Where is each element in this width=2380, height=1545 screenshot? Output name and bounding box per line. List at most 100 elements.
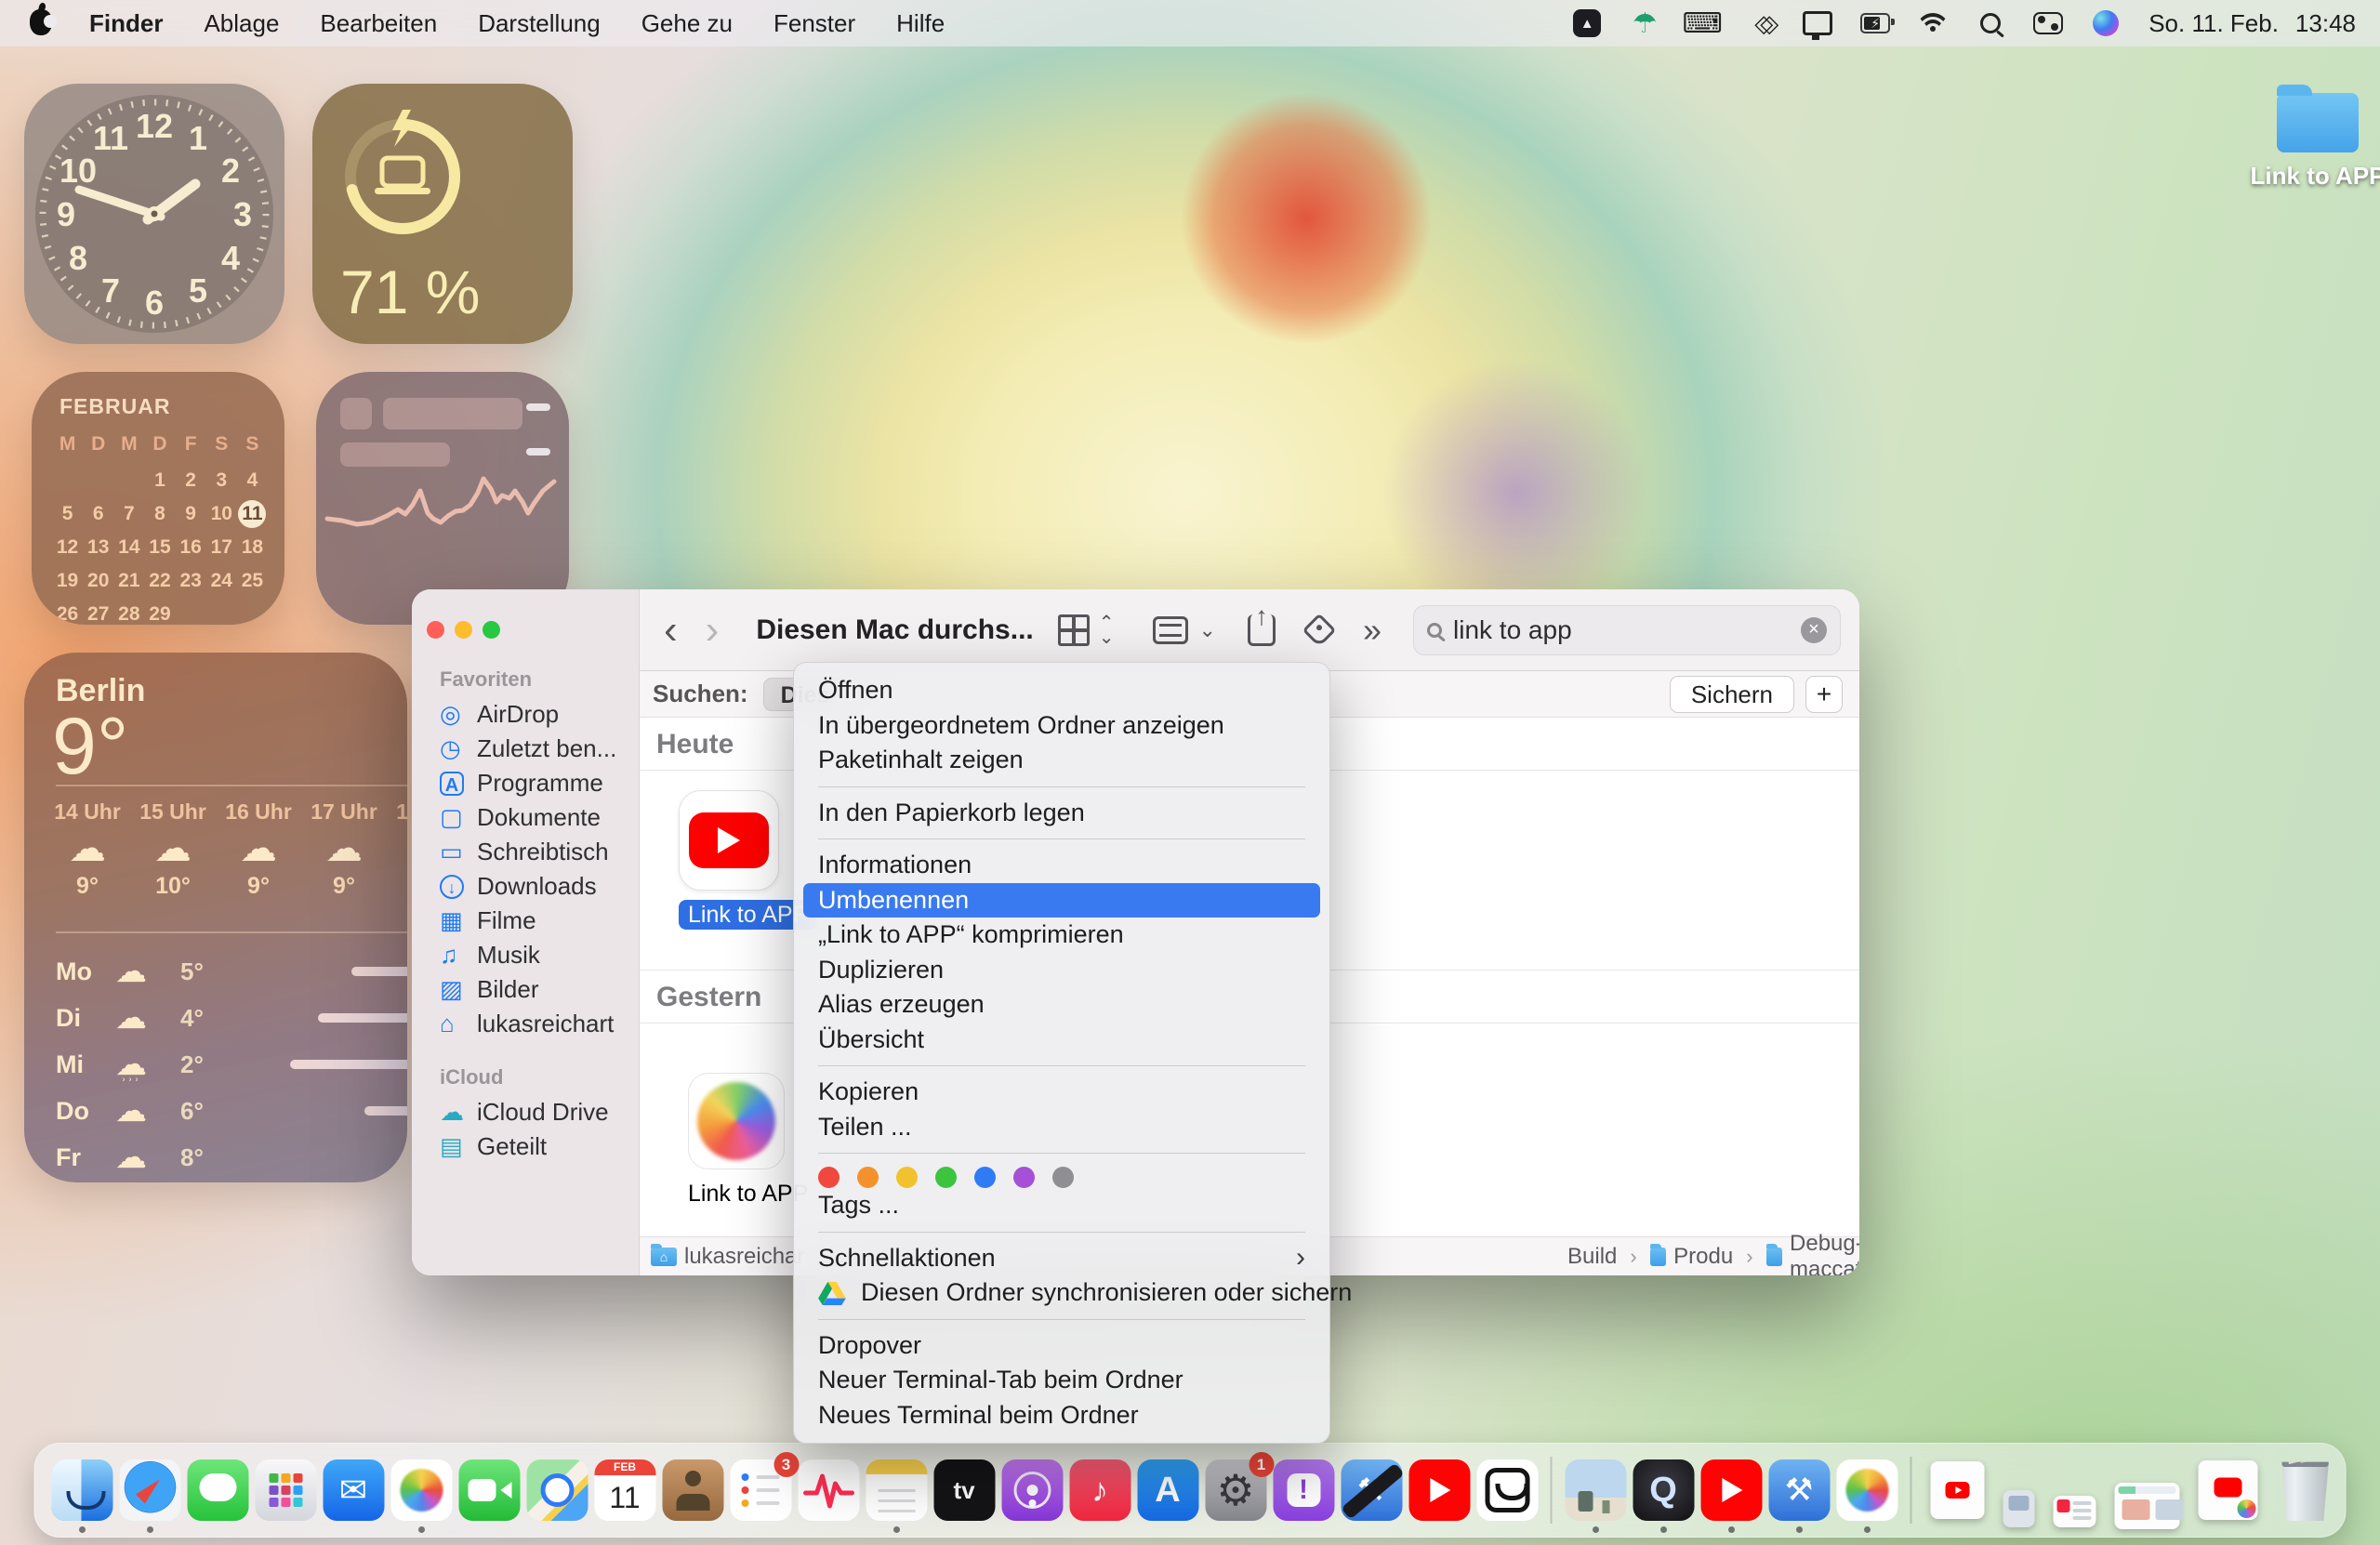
dock-health[interactable]: [798, 1459, 859, 1521]
menu-gehe-zu[interactable]: Gehe zu: [621, 0, 753, 46]
dropover-status-icon[interactable]: ◇◇: [1745, 8, 1775, 38]
dock-maps[interactable]: [526, 1459, 588, 1521]
menu-item-sync-folder[interactable]: Diesen Ordner synchronisieren oder siche…: [794, 1275, 1329, 1311]
dock-apple-tv[interactable]: tv: [933, 1459, 995, 1521]
dock-calendar[interactable]: FEB 11: [594, 1459, 655, 1521]
search-field[interactable]: link to app ×: [1413, 605, 1841, 655]
menu-item-quick-look[interactable]: Übersicht: [794, 1023, 1329, 1058]
menu-item-copy[interactable]: Kopieren: [794, 1075, 1329, 1110]
dock-contacts[interactable]: [662, 1459, 723, 1521]
wifi-status-icon[interactable]: [1918, 8, 1948, 38]
dock-reminders[interactable]: 3: [730, 1459, 791, 1521]
menu-item-open[interactable]: Öffnen: [794, 673, 1329, 708]
sidebar-item[interactable]: ↓ Downloads: [412, 869, 639, 904]
dock-swirl-app[interactable]: [1836, 1459, 1897, 1521]
battery-widget[interactable]: 71 %: [312, 84, 573, 344]
dock-launchpad[interactable]: [255, 1459, 316, 1521]
dock-system-settings[interactable]: ⚙ 1: [1205, 1459, 1266, 1521]
dock-podcasts[interactable]: [1001, 1459, 1063, 1521]
tag-color-dot[interactable]: [1013, 1167, 1035, 1188]
menu-item-quick-actions[interactable]: Schnellaktionen ›: [794, 1241, 1329, 1276]
menu-item-rename-highlighted[interactable]: Umbenennen: [803, 883, 1320, 918]
minimized-youtube-window[interactable]: [1931, 1461, 1985, 1519]
sidebar-item[interactable]: ◎ AirDrop: [412, 697, 639, 732]
menu-item-get-info[interactable]: Informationen: [794, 848, 1329, 883]
path-item-build[interactable]: Build: [1567, 1244, 1617, 1270]
minimized-youtube-window-2[interactable]: [2199, 1460, 2258, 1520]
menu-darstellung[interactable]: Darstellung: [457, 0, 621, 46]
menu-item-move-to-trash[interactable]: In den Papierkorb legen: [794, 796, 1329, 831]
app-status-icon[interactable]: ▲: [1572, 8, 1602, 38]
sidebar-item[interactable]: ▭ Schreibtisch: [412, 835, 639, 869]
dock-notes[interactable]: [866, 1459, 927, 1521]
save-search-button[interactable]: Sichern: [1670, 676, 1794, 713]
sidebar-item[interactable]: ⌂ lukasreichart: [412, 1007, 639, 1041]
sidebar-item[interactable]: ▦ Filme: [412, 904, 639, 938]
clear-search-button[interactable]: ×: [1801, 617, 1827, 643]
dock-safari[interactable]: [119, 1459, 180, 1521]
dock-mail[interactable]: ✉: [323, 1459, 384, 1521]
tag-color-dot[interactable]: [935, 1167, 957, 1188]
share-button[interactable]: [1248, 614, 1276, 646]
zoom-button[interactable]: [483, 621, 500, 639]
menu-fenster[interactable]: Fenster: [753, 0, 876, 46]
dock-youtube-app-running[interactable]: [1700, 1459, 1762, 1521]
dock-finder[interactable]: [51, 1459, 112, 1521]
sidebar-item[interactable]: ▢ Dokumente: [412, 800, 639, 835]
clock-widget[interactable]: 12 1 2 3 4 5 6 7 8 9 10 11: [24, 84, 284, 344]
menu-item-new-terminal-tab[interactable]: Neuer Terminal-Tab beim Ordner: [794, 1363, 1329, 1398]
dock-music[interactable]: ♪: [1069, 1459, 1130, 1521]
menu-item-make-alias[interactable]: Alias erzeugen: [794, 987, 1329, 1023]
sidebar-item[interactable]: ◷ Zuletzt ben...: [412, 732, 639, 766]
tag-color-dot[interactable]: [1052, 1167, 1074, 1188]
apple-menu-icon[interactable]: [30, 9, 52, 35]
menu-item-dropover[interactable]: Dropover: [794, 1328, 1329, 1364]
more-toolbar-items-button[interactable]: »: [1363, 611, 1382, 650]
siri-icon[interactable]: [2091, 8, 2121, 38]
sidebar-item[interactable]: ♫ Musik: [412, 938, 639, 972]
dock-feedback-app[interactable]: !: [1273, 1459, 1334, 1521]
sidebar-item[interactable]: A Programme: [412, 766, 639, 800]
dock-app-store[interactable]: A: [1137, 1459, 1198, 1521]
menu-item-tags[interactable]: Tags ...: [794, 1188, 1329, 1223]
menu-item-share[interactable]: Teilen ...: [794, 1110, 1329, 1145]
control-center-icon[interactable]: [2033, 8, 2063, 38]
minimize-button[interactable]: [455, 621, 472, 639]
menu-item-new-terminal[interactable]: Neues Terminal beim Ordner: [794, 1398, 1329, 1433]
battery-status-icon[interactable]: ⚡: [1860, 8, 1890, 38]
file-link-to-app-yesterday[interactable]: Link to APP: [688, 1073, 808, 1208]
umbrella-status-icon[interactable]: ☂: [1630, 8, 1659, 38]
sidebar-item[interactable]: ☁ iCloud Drive: [412, 1095, 639, 1129]
tag-color-dot[interactable]: [818, 1167, 840, 1188]
tag-color-dot[interactable]: [974, 1167, 996, 1188]
menu-bar-clock[interactable]: So. 11. Feb. 13:48: [2149, 9, 2356, 38]
menu-item-show-in-enclosing-folder[interactable]: In übergeordnetem Ordner anzeigen: [794, 708, 1329, 744]
dock-youtube[interactable]: [1408, 1459, 1470, 1521]
sidebar-item[interactable]: ▤ Geteilt: [412, 1129, 639, 1164]
minimized-window[interactable]: [2003, 1490, 2035, 1527]
path-item-home[interactable]: ⌂ lukasreichar: [651, 1237, 804, 1275]
back-button[interactable]: ‹: [640, 593, 702, 667]
dock-xcode[interactable]: ⚒: [1768, 1459, 1830, 1521]
dock-messages[interactable]: [187, 1459, 248, 1521]
desktop-folder-link-to-app[interactable]: Link to APP: [2239, 82, 2380, 191]
dock-quicktime[interactable]: Q: [1633, 1459, 1694, 1521]
menu-item-duplicate[interactable]: Duplizieren: [794, 953, 1329, 988]
sidebar-item[interactable]: ▨ Bilder: [412, 972, 639, 1007]
tag-color-dot[interactable]: [896, 1167, 918, 1188]
path-item-debug-maccatalyst[interactable]: Debug-maccatalyst: [1790, 1231, 1859, 1275]
chart-widget[interactable]: [316, 372, 569, 625]
calendar-widget[interactable]: FEBRUAR M D M D F S S 123456789101112131…: [32, 372, 284, 625]
dock-facetime[interactable]: [458, 1459, 520, 1521]
dock-smile-app[interactable]: [1476, 1459, 1538, 1521]
menu-item-show-package-contents[interactable]: Paketinhalt zeigen: [794, 743, 1329, 778]
close-button[interactable]: [427, 621, 444, 639]
display-status-icon[interactable]: [1803, 8, 1832, 38]
dock-desktop-picture-app[interactable]: [1565, 1459, 1626, 1521]
menu-bearbeiten[interactable]: Bearbeiten: [299, 0, 457, 46]
dock-developer-tool[interactable]: ⚒: [1341, 1459, 1402, 1521]
dock-trash[interactable]: [2279, 1459, 2333, 1521]
menu-finder[interactable]: Finder: [69, 0, 183, 46]
dock-photos[interactable]: [390, 1459, 452, 1521]
menu-item-compress[interactable]: „Link to APP“ komprimieren: [794, 918, 1329, 953]
